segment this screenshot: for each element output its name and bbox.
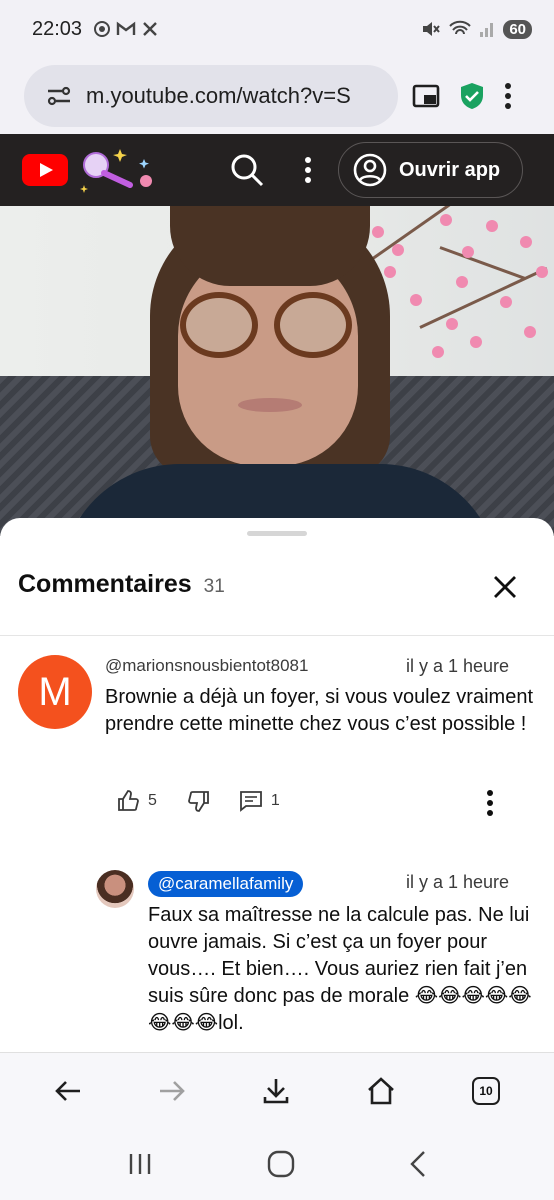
blossom-decor: [500, 296, 512, 308]
video-player[interactable]: [0, 206, 554, 536]
more-options-icon[interactable]: [304, 156, 312, 184]
status-bar: 22:03 60: [0, 0, 554, 58]
system-back-icon[interactable]: [409, 1150, 427, 1178]
tabs-button[interactable]: 10: [472, 1076, 500, 1105]
signal-icon: [480, 23, 494, 37]
person-mouth: [238, 398, 302, 412]
youtube-header: Ouvrir app: [0, 134, 554, 206]
glasses-left: [180, 292, 258, 358]
back-arrow-icon[interactable]: [54, 1079, 82, 1103]
magic-wand-doodle-icon[interactable]: [78, 145, 160, 195]
glasses-right: [274, 292, 352, 358]
battery-level: 60: [503, 19, 532, 39]
reply-avatar[interactable]: [96, 870, 134, 908]
browser-toolbar: m.youtube.com/watch?v=S: [0, 58, 554, 134]
blossom-decor: [524, 326, 536, 338]
browser-bottom-nav: 10: [0, 1052, 554, 1128]
open-app-label: Ouvrir app: [399, 158, 501, 181]
reply-count: 1: [270, 792, 280, 809]
comment-timestamp: il y a 1 heure: [406, 656, 510, 676]
like-count: 5: [148, 792, 157, 809]
comment-more-button[interactable]: [480, 788, 500, 818]
blossom-decor: [470, 336, 482, 348]
open-app-button[interactable]: Ouvrir app: [338, 142, 524, 198]
home-icon[interactable]: [366, 1076, 396, 1105]
system-navigation-bar: [0, 1128, 554, 1200]
comment-author[interactable]: @marionsnousbientot8081: [105, 656, 308, 676]
mute-icon: [423, 22, 441, 36]
recent-apps-icon[interactable]: [127, 1152, 153, 1176]
reply-button[interactable]: 1: [239, 789, 280, 813]
blossom-decor: [432, 346, 444, 358]
comments-panel: Commentaires 31 M @marionsnousbientot808…: [0, 518, 554, 1052]
gmail-icon: [116, 21, 136, 35]
wifi-icon: [449, 20, 472, 35]
shield-icon[interactable]: [458, 81, 486, 111]
download-icon[interactable]: [262, 1077, 290, 1105]
picture-in-picture-icon[interactable]: [412, 83, 440, 109]
comments-header: Commentaires 31: [18, 570, 225, 599]
comment-actions: 5 1: [116, 789, 280, 813]
comments-count: 31: [203, 576, 225, 597]
reply-timestamp: il y a 1 heure: [406, 872, 510, 892]
site-settings-icon[interactable]: [46, 85, 72, 107]
thumbs-down-icon: [188, 791, 209, 812]
comment-text: Brownie a déjà un foyer, si vous voulez …: [105, 686, 533, 735]
x-icon: [143, 22, 157, 36]
url-text: m.youtube.com/watch?v=S: [86, 83, 351, 108]
address-bar[interactable]: m.youtube.com/watch?v=S: [24, 65, 398, 127]
blossom-decor: [384, 266, 396, 278]
home-button-icon[interactable]: [267, 1150, 295, 1178]
more-options-icon: [487, 790, 493, 816]
youtube-logo-icon[interactable]: [22, 154, 68, 186]
person-bangs: [170, 206, 370, 286]
blossom-decor: [486, 220, 498, 232]
drag-handle[interactable]: [247, 531, 307, 536]
reply-comment-icon: [240, 791, 262, 812]
blossom-decor: [410, 294, 422, 306]
close-icon: [494, 576, 516, 598]
blossom-decor: [440, 214, 452, 226]
blossom-decor: [446, 318, 458, 330]
comments-title: Commentaires: [18, 570, 192, 598]
avatar[interactable]: M: [18, 655, 92, 729]
close-comments-button[interactable]: [488, 570, 522, 604]
browser-menu-icon[interactable]: [504, 82, 512, 110]
thumbs-up-icon: [118, 790, 139, 811]
status-time: 22:03: [32, 17, 83, 40]
blossom-decor: [462, 246, 474, 258]
blossom-decor: [456, 276, 468, 288]
blossom-decor: [536, 266, 548, 278]
blossom-decor: [520, 236, 532, 248]
blossom-decor: [392, 244, 404, 256]
reply-text: Faux sa maîtresse ne la calcule pas. Ne …: [148, 904, 532, 1034]
account-icon: [353, 153, 387, 187]
header-divider: [0, 635, 554, 636]
search-icon[interactable]: [230, 153, 264, 187]
reply-author-mention[interactable]: @caramellafamily: [148, 871, 304, 897]
chrome-icon: [94, 21, 111, 37]
blossom-decor: [372, 226, 384, 238]
dislike-button[interactable]: [187, 789, 211, 813]
like-button[interactable]: 5: [116, 789, 157, 813]
forward-arrow-icon[interactable]: [158, 1079, 186, 1103]
